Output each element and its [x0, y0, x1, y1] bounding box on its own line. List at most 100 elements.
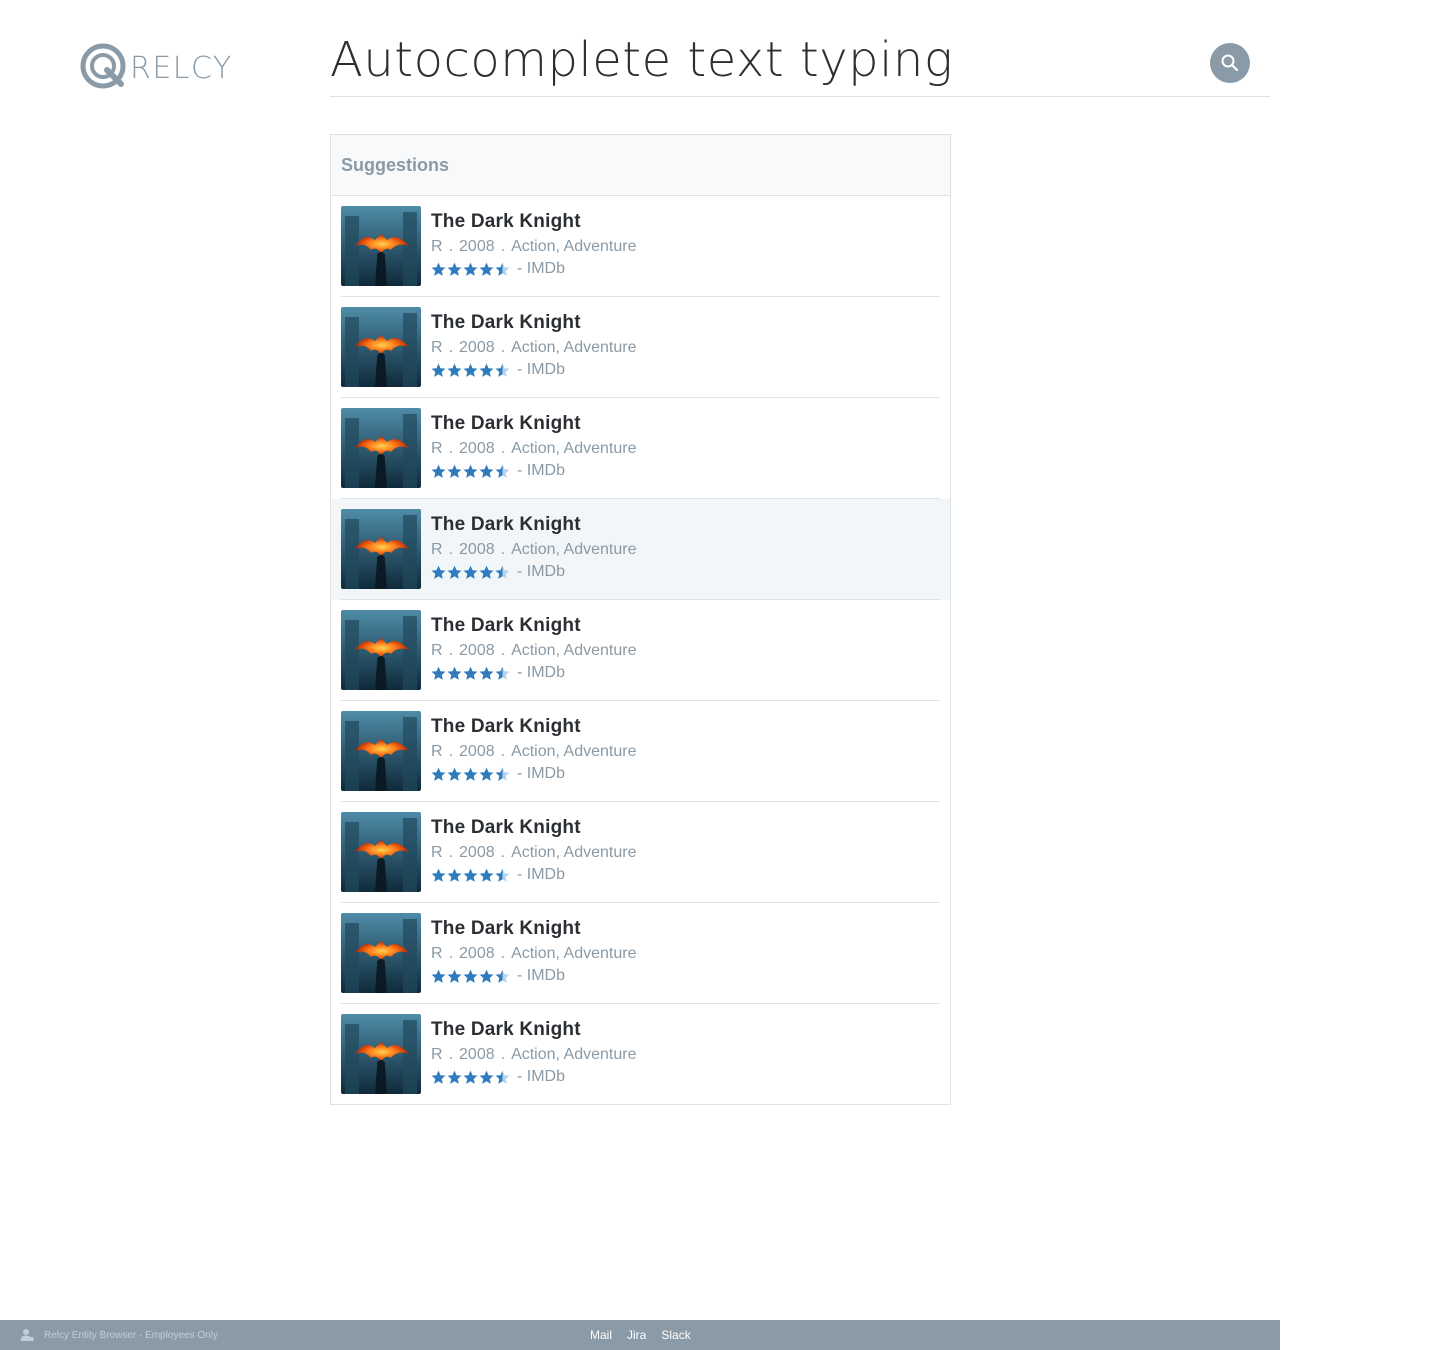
suggestion-item[interactable]: The Dark Knight R. 2008. Action, Adventure -…	[331, 398, 950, 499]
suggestion-info: The Dark Knight R. 2008. Action, Adventure -…	[431, 412, 940, 482]
suggestion-item[interactable]: The Dark Knight R. 2008. Action, Adventure -…	[331, 196, 950, 297]
suggestion-row: The Dark Knight R. 2008. Action, Adventure -…	[341, 701, 940, 802]
star-full-icon	[431, 969, 446, 983]
content-rating: R	[431, 642, 443, 659]
relcy-logo[interactable]: RELCY	[80, 43, 233, 89]
rating-source: - IMDb	[517, 866, 565, 883]
star-full-icon	[447, 666, 462, 680]
separator: .	[500, 642, 506, 659]
separator: .	[448, 238, 454, 255]
search-input[interactable]	[330, 30, 1190, 90]
suggestion-row: The Dark Knight R. 2008. Action, Adventure -…	[341, 600, 940, 701]
star-full-icon	[463, 666, 478, 680]
footer-links: Mail Jira Slack	[590, 1320, 706, 1350]
star-rating	[431, 1070, 511, 1085]
rating-line: - IMDb	[431, 359, 940, 381]
suggestion-info: The Dark Knight R. 2008. Action, Adventure -…	[431, 513, 940, 583]
content-rating: R	[431, 238, 443, 255]
suggestion-item[interactable]: The Dark Knight R. 2008. Action, Adventure -…	[331, 297, 950, 398]
suggestion-item[interactable]: The Dark Knight R. 2008. Action, Adventure -…	[331, 903, 950, 1004]
footer-link-slack[interactable]: Slack	[661, 1328, 690, 1342]
star-rating	[431, 666, 511, 681]
release-year: 2008	[459, 1046, 495, 1063]
search-icon	[1221, 54, 1239, 72]
star-half-icon	[495, 565, 510, 579]
suggestion-meta: R. 2008. Action, Adventure	[431, 438, 940, 460]
rating-source: - IMDb	[517, 664, 565, 681]
logo-text: RELCY	[130, 51, 233, 86]
separator: .	[500, 339, 506, 356]
release-year: 2008	[459, 743, 495, 760]
suggestion-item[interactable]: The Dark Knight R. 2008. Action, Adventure -…	[331, 499, 950, 600]
separator: .	[448, 440, 454, 457]
rating-source: - IMDb	[517, 1068, 565, 1085]
star-full-icon	[447, 1070, 462, 1084]
star-full-icon	[447, 565, 462, 579]
footer-link-mail[interactable]: Mail	[590, 1328, 612, 1342]
star-full-icon	[463, 1070, 478, 1084]
suggestion-info: The Dark Knight R. 2008. Action, Adventure -…	[431, 210, 940, 280]
star-full-icon	[479, 1070, 494, 1084]
star-full-icon	[431, 363, 446, 377]
star-half-icon	[495, 363, 510, 377]
rating-source: - IMDb	[517, 462, 565, 479]
rating-source: - IMDb	[517, 361, 565, 378]
genres: Action, Adventure	[511, 945, 637, 962]
separator: .	[448, 945, 454, 962]
star-half-icon	[495, 1070, 510, 1084]
genres: Action, Adventure	[511, 743, 637, 760]
star-full-icon	[431, 464, 446, 478]
star-full-icon	[479, 868, 494, 882]
star-full-icon	[479, 767, 494, 781]
rating-source: - IMDb	[517, 260, 565, 277]
rating-source: - IMDb	[517, 765, 565, 782]
suggestion-meta: R. 2008. Action, Adventure	[431, 640, 940, 662]
genres: Action, Adventure	[511, 1046, 637, 1063]
star-rating	[431, 969, 511, 984]
content-rating: R	[431, 844, 443, 861]
content-rating: R	[431, 1046, 443, 1063]
genres: Action, Adventure	[511, 339, 637, 356]
movie-poster-icon	[341, 812, 421, 892]
star-rating	[431, 565, 511, 580]
suggestion-row: The Dark Knight R. 2008. Action, Adventure -…	[341, 802, 940, 903]
suggestion-item[interactable]: The Dark Knight R. 2008. Action, Adventure -…	[331, 1004, 950, 1105]
star-full-icon	[479, 363, 494, 377]
content-rating: R	[431, 541, 443, 558]
suggestion-meta: R. 2008. Action, Adventure	[431, 1044, 940, 1066]
suggestion-item[interactable]: The Dark Knight R. 2008. Action, Adventure -…	[331, 600, 950, 701]
star-half-icon	[495, 767, 510, 781]
star-full-icon	[479, 464, 494, 478]
suggestion-info: The Dark Knight R. 2008. Action, Adventure -…	[431, 614, 940, 684]
suggestion-meta: R. 2008. Action, Adventure	[431, 943, 940, 965]
suggestions-panel: Suggestions The Dark Knight R. 2008. Action…	[330, 134, 951, 1105]
footer-link-jira[interactable]: Jira	[627, 1328, 646, 1342]
star-full-icon	[431, 565, 446, 579]
suggestion-item[interactable]: The Dark Knight R. 2008. Action, Adventure -…	[331, 701, 950, 802]
separator: .	[500, 1046, 506, 1063]
separator: .	[500, 440, 506, 457]
star-full-icon	[463, 262, 478, 276]
movie-poster-icon	[341, 610, 421, 690]
star-full-icon	[463, 565, 478, 579]
suggestion-meta: R. 2008. Action, Adventure	[431, 539, 940, 561]
rating-line: - IMDb	[431, 965, 940, 987]
star-full-icon	[447, 969, 462, 983]
footer: Relcy Entity Browser - Employees Only Ma…	[0, 1320, 1280, 1350]
star-rating	[431, 363, 511, 378]
rating-line: - IMDb	[431, 460, 940, 482]
suggestion-title: The Dark Knight	[431, 514, 581, 535]
genres: Action, Adventure	[511, 440, 637, 457]
suggestion-item[interactable]: The Dark Knight R. 2008. Action, Adventure -…	[331, 802, 950, 903]
release-year: 2008	[459, 440, 495, 457]
search-button[interactable]	[1210, 43, 1250, 83]
suggestion-row: The Dark Knight R. 2008. Action, Adventure -…	[341, 499, 940, 600]
separator: .	[500, 743, 506, 760]
suggestion-info: The Dark Knight R. 2008. Action, Adventure -…	[431, 1018, 940, 1088]
movie-poster-icon	[341, 408, 421, 488]
star-full-icon	[463, 868, 478, 882]
star-full-icon	[447, 767, 462, 781]
suggestion-title: The Dark Knight	[431, 817, 581, 838]
suggestion-meta: R. 2008. Action, Adventure	[431, 236, 940, 258]
star-rating	[431, 868, 511, 883]
